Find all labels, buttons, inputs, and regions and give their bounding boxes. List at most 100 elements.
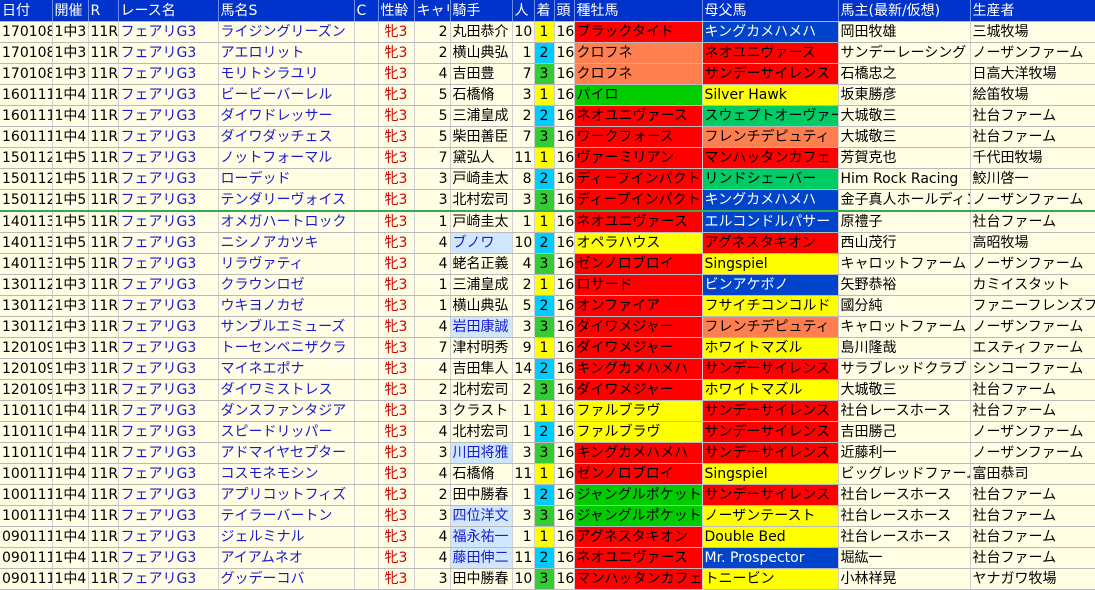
table-row[interactable]: 130112 1中3 11R フェアリG3 サンブルエミューズ 牝3 4 岩田康誠 3 3 16 ダイ… bbox=[0, 316, 1095, 338]
column-header[interactable]: 騎手 bbox=[450, 0, 513, 22]
finish-cell: 2 bbox=[534, 295, 555, 317]
c-cell bbox=[354, 105, 379, 127]
table-row[interactable]: 170108 1中3 11R フェアリG3 アエロリット 牝3 2 横山典弘 1 2 16 クロフネネ… bbox=[0, 42, 1095, 64]
column-header[interactable]: キャリア bbox=[414, 0, 451, 22]
date-cell: 140113 bbox=[0, 232, 53, 254]
table-row[interactable]: 100111 1中4 11R フェアリG3 アプリコットフィズ 牝3 2 田中勝春 1 2 16 ジャ… bbox=[0, 484, 1095, 506]
column-header[interactable]: レース名 bbox=[118, 0, 219, 22]
breeder-cell: 絵笛牧場 bbox=[970, 84, 1095, 106]
table-row[interactable]: 120109 1中3 11R フェアリG3 トーセンベニザクラ 牝3 7 津村明秀 9 1 16 ダイ… bbox=[0, 337, 1095, 359]
finish-cell: 1 bbox=[534, 84, 555, 106]
column-header[interactable]: 性齢 bbox=[378, 0, 415, 22]
table-row[interactable]: 150112 1中5 11R フェアリG3 ノットフォーマル 牝3 7 黛弘人 11 1 16 ヴァー… bbox=[0, 147, 1095, 169]
race-number-cell: 11R bbox=[88, 189, 119, 212]
column-header[interactable]: 馬名S bbox=[218, 0, 355, 22]
table-row[interactable]: 160111 1中4 11R フェアリG3 ダイワダッチェス 牝3 5 柴田善臣 7 3 16 ワーク… bbox=[0, 126, 1095, 148]
table-row[interactable]: 100111 1中4 11R フェアリG3 コスモネモシン 牝3 4 石橋脩 11 1 16 ゼンノロ… bbox=[0, 463, 1095, 485]
finish-cell: 2 bbox=[534, 42, 555, 64]
finish-cell: 1 bbox=[534, 274, 555, 296]
table-row[interactable]: 090111 1中4 11R フェアリG3 アイアムネオ 牝3 4 藤田伸二 11 2 16 ネオユニ… bbox=[0, 547, 1095, 569]
column-header[interactable]: 人 bbox=[512, 0, 535, 22]
sex-age-cell: 牝3 bbox=[378, 147, 415, 169]
owner-cell: 島川隆哉 bbox=[838, 337, 971, 359]
venue-cell: 1中5 bbox=[52, 211, 89, 233]
column-header[interactable]: 母父馬 bbox=[702, 0, 839, 22]
table-row[interactable]: 100111 1中4 11R フェアリG3 テイラーバートン 牝3 3 四位洋文 3 3 16 ジャン… bbox=[0, 505, 1095, 527]
c-cell bbox=[354, 316, 379, 338]
owner-cell: キャロットファーム bbox=[838, 253, 971, 275]
column-header[interactable]: C bbox=[354, 0, 379, 22]
column-header[interactable]: R bbox=[88, 0, 119, 22]
field-size-cell: 16 bbox=[554, 211, 575, 233]
jockey-cell: 津村明秀 bbox=[450, 337, 513, 359]
sex-age-cell: 牝3 bbox=[378, 253, 415, 275]
c-cell bbox=[354, 147, 379, 169]
finish-cell: 1 bbox=[534, 147, 555, 169]
popularity-cell: 3 bbox=[512, 84, 535, 106]
finish-cell: 2 bbox=[534, 358, 555, 380]
column-header[interactable]: 種牡馬 bbox=[574, 0, 703, 22]
date-cell: 160111 bbox=[0, 126, 53, 148]
table-row[interactable]: 120109 1中3 11R フェアリG3 ダイワミストレス 牝3 2 北村宏司 2 3 16 ダイワ… bbox=[0, 379, 1095, 401]
sex-age-cell: 牝3 bbox=[378, 42, 415, 64]
table-row[interactable]: 110110 1中4 11R フェアリG3 ダンスファンタジア 牝3 3 クラスト 1 1 16 ファ… bbox=[0, 400, 1095, 422]
dam-sire-cell: マンハッタンカフェ bbox=[702, 147, 839, 169]
jockey-cell: 岩田康誠 bbox=[450, 316, 513, 338]
dam-sire-cell: ホワイトマズル bbox=[702, 379, 839, 401]
breeder-cell: ノーザンファーム bbox=[970, 42, 1095, 64]
breeder-cell: カミイスタット bbox=[970, 274, 1095, 296]
table-row[interactable]: 160111 1中4 11R フェアリG3 ダイワドレッサー 牝3 5 三浦皇成 2 2 16 ネオユ… bbox=[0, 105, 1095, 127]
popularity-cell: 1 bbox=[512, 526, 535, 548]
table-row[interactable]: 090111 1中4 11R フェアリG3 ジェルミナル 牝3 4 福永祐一 1 1 16 アグネスタ… bbox=[0, 526, 1095, 548]
venue-cell: 1中5 bbox=[52, 168, 89, 190]
column-header[interactable]: 日付 bbox=[0, 0, 53, 22]
column-header[interactable]: 開催 bbox=[52, 0, 89, 22]
table-row[interactable]: 130112 1中3 11R フェアリG3 ウキヨノカゼ 牝3 1 横山典弘 5 2 16 オンファイ… bbox=[0, 295, 1095, 317]
column-header[interactable]: 馬主(最新/仮想) bbox=[838, 0, 971, 22]
owner-cell: 小林祥晃 bbox=[838, 568, 971, 590]
table-row[interactable]: 170108 1中3 11R フェアリG3 ライジングリーズン 牝3 2 丸田恭介 10 1 16 ブ… bbox=[0, 21, 1095, 43]
date-cell: 160111 bbox=[0, 105, 53, 127]
field-size-cell: 16 bbox=[554, 126, 575, 148]
popularity-cell: 2 bbox=[512, 379, 535, 401]
table-row[interactable]: 140113 1中5 11R フェアリG3 リラヴァティ 牝3 4 蛯名正義 4 3 16 ゼンノロブ… bbox=[0, 253, 1095, 275]
table-row[interactable]: 140113 1中5 11R フェアリG3 オメガハートロック 牝3 1 戸崎圭太 1 1 16 ネオ… bbox=[0, 211, 1095, 233]
sire-cell: クロフネ bbox=[574, 63, 703, 85]
career-cell: 4 bbox=[414, 232, 451, 254]
race-name-cell: フェアリG3 bbox=[118, 232, 219, 254]
race-name-cell: フェアリG3 bbox=[118, 147, 219, 169]
jockey-cell: 北村宏司 bbox=[450, 379, 513, 401]
table-row[interactable]: 110110 1中4 11R フェアリG3 スピードリッパー 牝3 4 北村宏司 1 2 16 ファル… bbox=[0, 421, 1095, 443]
column-header[interactable]: 生産者 bbox=[970, 0, 1095, 22]
c-cell bbox=[354, 21, 379, 43]
venue-cell: 1中5 bbox=[52, 147, 89, 169]
table-row[interactable]: 110110 1中4 11R フェアリG3 アドマイヤセプター 牝3 3 川田将雅 3 3 16 キン… bbox=[0, 442, 1095, 464]
horse-name-cell: モリトシラユリ bbox=[218, 63, 355, 85]
table-row[interactable]: 130112 1中3 11R フェアリG3 クラウンロゼ 牝3 1 三浦皇成 2 1 16 ロサードビ… bbox=[0, 274, 1095, 296]
owner-cell: 西山茂行 bbox=[838, 232, 971, 254]
column-header[interactable]: 着 bbox=[534, 0, 555, 22]
table-row[interactable]: 090111 1中4 11R フェアリG3 グッデーコバ 牝3 3 田中勝春 10 3 16 マンハッ… bbox=[0, 568, 1095, 590]
dam-sire-cell: ホワイトマズル bbox=[702, 337, 839, 359]
race-number-cell: 11R bbox=[88, 547, 119, 569]
venue-cell: 1中4 bbox=[52, 126, 89, 148]
table-row[interactable]: 150112 1中5 11R フェアリG3 テンダリーヴォイス 牝3 3 北村宏司 3 3 16 ディ… bbox=[0, 189, 1095, 212]
sex-age-cell: 牝3 bbox=[378, 526, 415, 548]
owner-cell: 岡田牧雄 bbox=[838, 21, 971, 43]
table-row[interactable]: 140113 1中5 11R フェアリG3 ニシノアカツキ 牝3 4 ブノワ 10 2 16 オペラハ… bbox=[0, 232, 1095, 254]
popularity-cell: 1 bbox=[512, 421, 535, 443]
dam-sire-cell: ネオユニヴァース bbox=[702, 42, 839, 64]
venue-cell: 1中4 bbox=[52, 105, 89, 127]
sex-age-cell: 牝3 bbox=[378, 232, 415, 254]
c-cell bbox=[354, 526, 379, 548]
dam-sire-cell: リンドシェーバー bbox=[702, 168, 839, 190]
table-row[interactable]: 170108 1中3 11R フェアリG3 モリトシラユリ 牝3 4 吉田豊 7 3 16 クロフネサ… bbox=[0, 63, 1095, 85]
column-header[interactable]: 頭 bbox=[554, 0, 575, 22]
race-number-cell: 11R bbox=[88, 105, 119, 127]
sire-cell: クロフネ bbox=[574, 42, 703, 64]
date-cell: 170108 bbox=[0, 21, 53, 43]
table-row[interactable]: 150112 1中5 11R フェアリG3 ローデッド 牝3 3 戸崎圭太 8 2 16 ディープイン… bbox=[0, 168, 1095, 190]
table-row[interactable]: 120109 1中3 11R フェアリG3 マイネエポナ 牝3 4 吉田隼人 14 2 16 キングカ… bbox=[0, 358, 1095, 380]
table-row[interactable]: 160111 1中4 11R フェアリG3 ビービーバーレル 牝3 5 石橋脩 3 1 16 パイロ S… bbox=[0, 84, 1095, 106]
c-cell bbox=[354, 274, 379, 296]
